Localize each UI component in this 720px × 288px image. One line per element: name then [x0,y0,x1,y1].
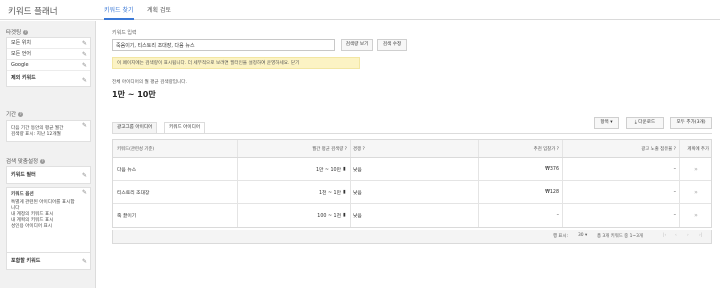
get-volume-button[interactable]: 검색량 보기 [341,39,373,51]
keyword-options-title: 키워드 옵션 [11,192,34,197]
download-label: 다운로드 [638,120,656,125]
avg-searches-value: 1만 ~ 10만 [112,90,156,99]
row-keyword: 죽 끓이기 [117,214,137,219]
header-volume[interactable]: 월간 평균 검색량 ? [237,140,350,157]
row-competition: 낮음 [353,167,362,173]
keyword-input-label: 키워드 입력 [112,30,137,36]
row-keyword: 티스토리 조대장 [117,190,150,196]
keyword-filter-label: 키워드 필터 [11,172,36,178]
include-keywords[interactable]: 포함할 키워드 ✎ [7,253,90,269]
tab-divider [112,133,712,134]
edit-search-button[interactable]: 검색 수정 [377,39,407,51]
column-divider [350,158,351,180]
edit-pencil-icon[interactable]: ✎ [82,49,87,60]
targeting-language-label: 모든 언어 [11,51,31,57]
search-options-title: 검색 맞춤설정? [6,157,46,165]
columns-button[interactable]: 항목 ▾ [594,117,619,129]
row-competition: 낮음 [353,190,362,196]
row-share: – [673,189,676,195]
top-bar: 키워드 플래너 키워드 찾기 계획 검토 [0,0,720,20]
edit-pencil-icon[interactable]: ✎ [82,189,87,196]
download-button[interactable]: ⤓ 다운로드 [626,117,664,129]
row-share: – [673,166,676,172]
search-options-title-text: 검색 맞춤설정 [6,159,39,165]
targeting-network[interactable]: Google ✎ [7,60,90,71]
pagination-bar: 행 표시: 30 ▾ 총 3개 키워드 중 1~3개 |‹ ‹ › ›| [112,230,712,244]
tab-ad-group-ideas[interactable]: 광고그룹 아이디어 [112,122,158,133]
row-share: – [673,213,676,218]
targeting-title: 타겟팅? [6,28,29,36]
targeting-negative-keywords[interactable]: 제외 키워드 ✎ [7,71,90,86]
avg-searches-label: 전체 아이디어의 월 평균 검색량입니다. [112,80,187,85]
include-keywords-label: 포함할 키워드 [11,258,41,264]
row-volume: 100 ~ 1천 [317,214,341,219]
last-page-icon[interactable]: ›| [699,233,702,238]
keyword-option-line: 성인용 아이디어 표시 [11,224,52,229]
tab-find-keywords[interactable]: 키워드 찾기 [104,5,134,20]
header-share[interactable]: 광고 노출 점유율 ? [562,140,679,157]
main-content: 키워드 입력 검색량 보기 검색 수정 이 페이지에는 검색량이 표시됩니다. … [104,21,716,288]
table-row: 티스토리 조대장 1천 ~ 1만 ▮ 낮음 ₩128 – » [113,181,711,204]
row-competition: 낮음 [353,214,362,219]
download-icon: ⤓ [634,120,637,125]
header-bid[interactable]: 추천 입찰가 ? [478,140,562,157]
row-bid: – [556,213,559,218]
edit-pencil-icon[interactable]: ✎ [82,38,87,49]
row-bid: ₩376 [545,166,559,172]
tab-keyword-ideas[interactable]: 키워드 아이디어 [164,122,206,133]
column-divider [350,140,351,157]
keyword-table: 키워드(관련성 기준) 월간 평균 검색량 ? 경쟁 ? 추천 입찰가 ? 광고… [112,139,712,228]
help-icon[interactable]: ? [18,112,24,117]
add-to-plan-icon[interactable]: » [679,204,713,227]
targeting-location[interactable]: 모든 위치 ✎ [7,38,90,49]
table-row: 죽 끓이기 100 ~ 1천 ▮ 낮음 – – » [113,204,711,227]
edit-pencil-icon[interactable]: ✎ [82,168,87,184]
targeting-title-text: 타겟팅 [6,30,22,36]
negative-keywords-label: 제외 키워드 [11,75,36,81]
row-volume: 1만 ~ 10만 [315,167,341,173]
edit-pencil-icon[interactable]: ✎ [82,122,87,129]
notice-banner: 이 페이지에는 검색량이 표시됩니다. 더 세부적으로 보려면 필터인을 설정하… [112,57,360,69]
header-keyword[interactable]: 키워드(관련성 기준) [117,140,232,157]
targeting-language[interactable]: 모든 언어 ✎ [7,49,90,60]
period-title-text: 기간 [6,112,17,118]
pagination-range: 총 3개 키워드 중 1~3개 [597,234,643,239]
rows-per-page-label: 행 표시: [553,234,568,239]
edit-pencil-icon[interactable]: ✎ [82,73,87,88]
next-page-icon[interactable]: › [687,233,689,238]
help-icon[interactable]: ? [23,30,29,35]
app-title: 키워드 플래너 [8,7,58,17]
period-card[interactable]: 다음 기간 동안의 평균 월간 검색량 표시: 지난 12개월 ✎ [6,120,91,142]
prev-page-icon[interactable]: ‹ [675,233,677,238]
first-page-icon[interactable]: |‹ [663,233,666,238]
table-row: 다음 뉴스 1만 ~ 10만 ▮ 낮음 ₩376 – » [113,158,711,181]
row-bid: ₩128 [545,189,559,195]
header-add-to-plan: 계획에 추가 [687,146,709,152]
add-to-plan-icon[interactable]: » [679,158,713,180]
column-divider [350,181,351,203]
row-keyword: 다음 뉴스 [117,167,137,173]
edit-pencil-icon[interactable]: ✎ [82,254,87,270]
header-competition[interactable]: 경쟁 ? [353,140,413,157]
add-to-plan-icon[interactable]: » [679,181,713,203]
targeting-card: 모든 위치 ✎ 모든 언어 ✎ Google ✎ 제외 키워드 ✎ [6,37,91,87]
tab-review-plan[interactable]: 계획 검토 [147,5,171,20]
period-line: 검색량 표시: 지난 12개월 [11,132,61,137]
table-header: 키워드(관련성 기준) 월간 평균 검색량 ? 경쟁 ? 추천 입찰가 ? 광고… [113,140,711,158]
rows-per-page-select[interactable]: 30 ▾ [578,233,587,238]
row-volume: 1천 ~ 1만 [319,190,341,196]
include-keywords-card[interactable]: 포함할 키워드 ✎ [6,252,91,270]
targeting-network-label: Google [11,62,29,68]
keyword-filter-card[interactable]: 키워드 필터 ✎ [6,166,91,184]
edit-pencil-icon[interactable]: ✎ [82,60,87,71]
column-divider [350,204,351,227]
keyword-filter[interactable]: 키워드 필터 ✎ [7,167,90,183]
help-icon[interactable]: ? [40,159,46,164]
sidebar: 타겟팅? 모든 위치 ✎ 모든 언어 ✎ Google ✎ 제외 키워드 ✎ 기간? 다… [0,21,96,288]
period-title: 기간? [6,110,24,118]
keyword-input[interactable] [112,39,335,51]
add-all-button[interactable]: 모두 추가(3개) [670,117,712,129]
targeting-location-label: 모든 위치 [11,40,31,46]
